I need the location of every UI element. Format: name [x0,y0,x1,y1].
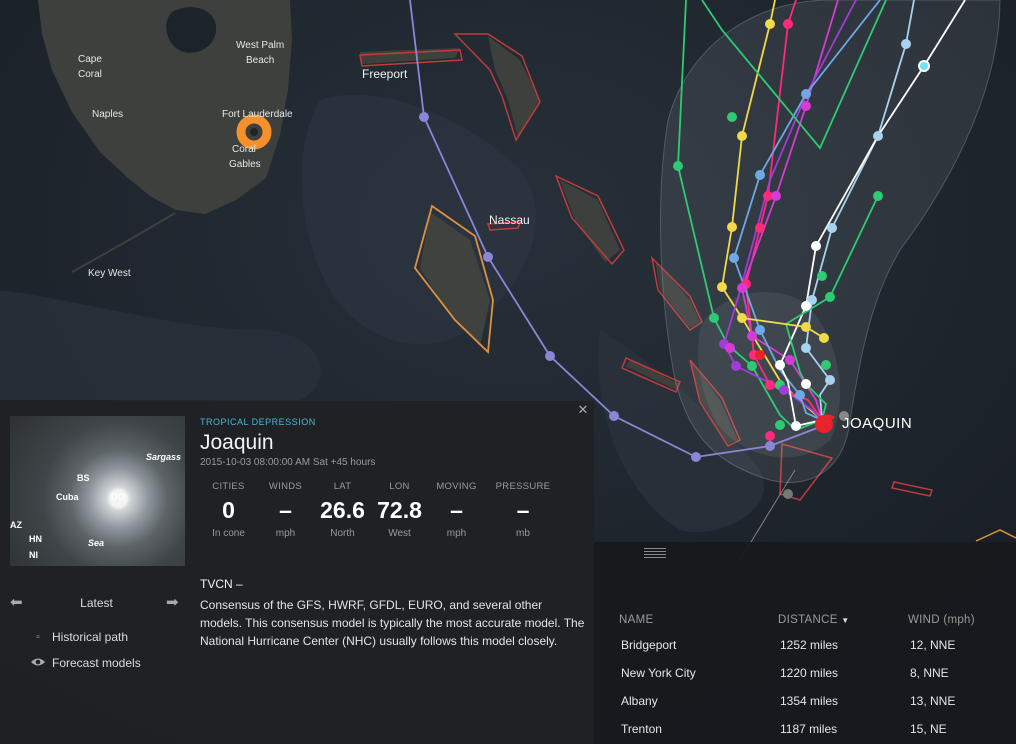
track-point [783,489,793,499]
satellite-thumbnail[interactable]: BS Cuba DO HN NI Sea Sargass AZ [10,416,185,566]
column-header-wind[interactable]: WIND (mph) [908,614,975,626]
place-coral-gables: Coral [232,144,256,155]
place-west-palm-beach: West Palm [236,40,284,51]
option-label: Forecast models [52,656,141,670]
place-nassau: Nassau [489,213,530,227]
place-cape-coral: Coral [78,69,102,80]
stat-cities: CITIES 0 In cone [212,481,245,539]
place-naples: Naples [92,109,123,120]
model-description: Consensus of the GFS, HWRF, GFDL, EURO, … [200,598,585,648]
distance-table: NAME DISTANCE ▼ WIND (mph) Bridgeport 12… [594,542,1016,744]
table-row[interactable]: Albany 1354 miles 13, NNE [594,687,1016,715]
dot-icon: ▫ [36,631,40,643]
storm-name: Joaquin [200,431,274,454]
close-icon[interactable]: ✕ [576,403,590,417]
stat-winds: WINDS – mph [268,481,303,539]
storm-timestamp: 2015-10-03 08:00:00 AM Sat +45 hours [200,457,376,468]
model-title: TVCN – [200,577,243,591]
thumb-label: BS [77,473,90,483]
column-header-distance[interactable]: DISTANCE ▼ [778,614,849,626]
thumb-label: Sea [88,538,105,548]
thumb-label: AZ [10,520,22,530]
thumb-label: HN [29,534,42,544]
stat-pressure: PRESSURE – mb [495,481,551,539]
storm-category: TROPICAL DEPRESSION [200,417,316,427]
storm-label: JOAQUIN [842,415,912,432]
table-row[interactable]: New York City 1220 miles 8, NNE [594,659,1016,687]
stat-lon: LON 72.8 West [377,481,422,539]
column-header-name[interactable]: NAME [619,614,653,626]
stat-lat: LAT 26.6 North [320,481,365,539]
thumb-label: Cuba [56,492,79,502]
eye-icon [30,657,46,670]
arrow-right-icon[interactable]: ➡ [166,593,179,611]
arrow-left-icon[interactable]: ⬅ [10,593,23,611]
place-coral-gables: Gables [229,159,261,170]
option-label: Historical path [52,630,129,644]
place-west-palm-beach: Beach [246,55,274,66]
thumb-label: NI [29,550,38,560]
storm-stats: CITIES 0 In cone WINDS – mph LAT 26.6 No… [200,481,561,539]
option-historical-path[interactable]: ▫ Historical path [30,630,128,644]
location-marker-icon[interactable] [236,114,272,150]
thumb-label: DO [111,492,125,502]
nav-label: Latest [80,596,113,610]
table-row[interactable]: Bridgeport 1252 miles 12, NNE [594,631,1016,659]
table-row[interactable]: Trenton 1187 miles 15, NE [594,715,1016,743]
place-key-west: Key West [88,268,131,279]
thumb-label: Sargass [146,452,182,462]
place-fort-lauderdale: Fort Lauderdale [222,109,293,120]
stat-moving: MOVING – mph [436,481,477,539]
option-forecast-models[interactable]: Forecast models [30,656,141,670]
sort-down-icon: ▼ [841,616,850,625]
place-freeport: Freeport [362,67,408,81]
drag-handle-icon[interactable] [644,548,666,558]
place-cape-coral: Cape [78,54,102,65]
storm-info-panel: BS Cuba DO HN NI Sea Sargass AZ ✕ TROPIC… [0,401,594,744]
